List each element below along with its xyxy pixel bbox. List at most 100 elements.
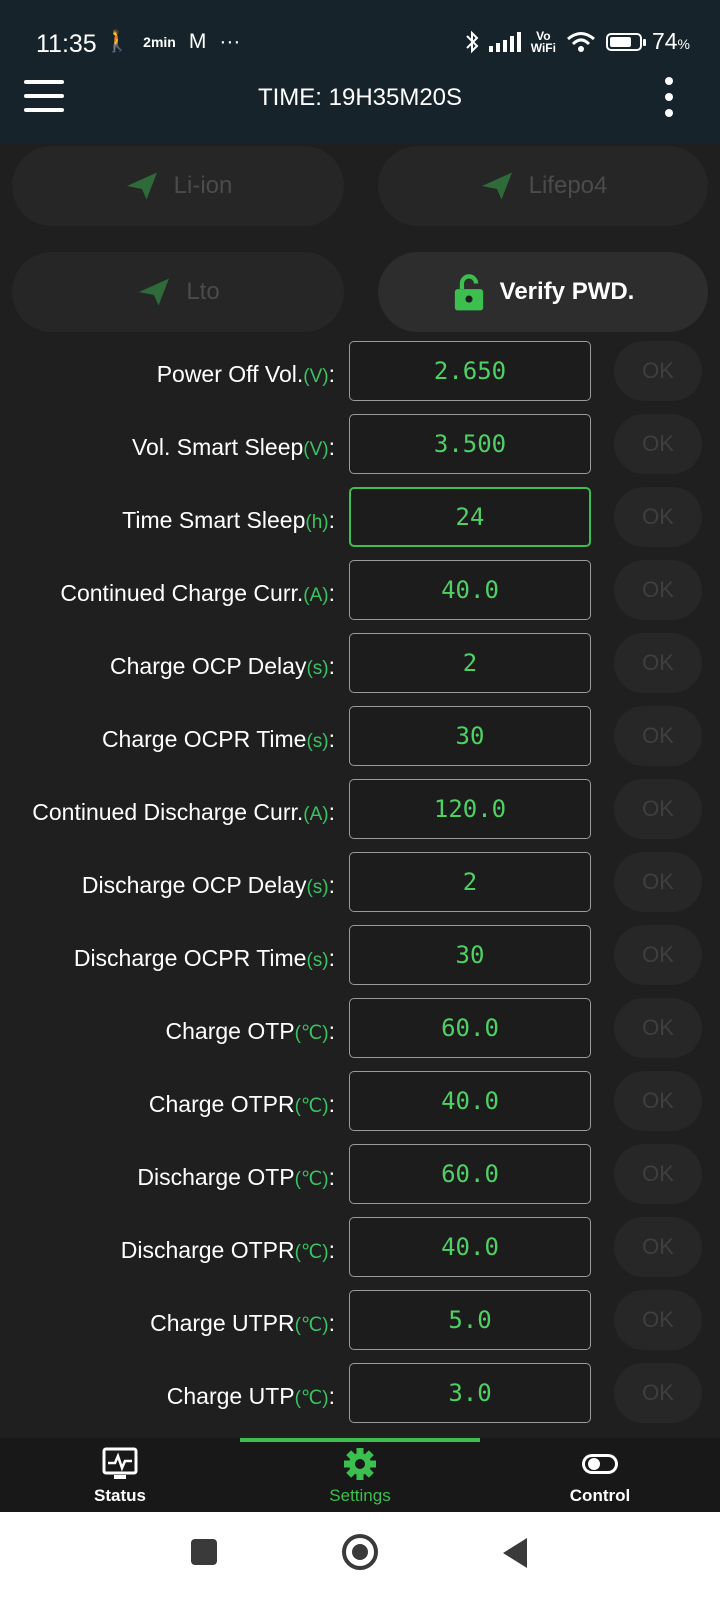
ok-button[interactable]: OK <box>614 998 702 1058</box>
more-icon: ··· <box>219 30 241 53</box>
setting-label: Time Smart Sleep(h): <box>122 507 335 533</box>
system-navigation-bar <box>0 1512 720 1600</box>
setting-row: Charge OCPR Time(s): 30 OK <box>0 703 720 776</box>
ok-button[interactable]: OK <box>614 779 702 839</box>
setting-value-input[interactable]: 40.0 <box>349 1217 591 1277</box>
verify-password-label: Verify PWD. <box>499 278 635 305</box>
li-ion-label: Li-ion <box>173 172 233 199</box>
setting-unit: (℃) <box>294 1388 329 1409</box>
setting-row: Discharge OCPR Time(s): 30 OK <box>0 922 720 995</box>
setting-value-input[interactable]: 30 <box>349 925 591 985</box>
setting-label: Continued Charge Curr.(A): <box>60 580 335 606</box>
setting-row: Discharge OCP Delay(s): 2 OK <box>0 849 720 922</box>
setting-label: Discharge OTP(℃): <box>137 1164 335 1190</box>
ok-button[interactable]: OK <box>614 706 702 766</box>
ok-button[interactable]: OK <box>614 1363 702 1423</box>
home-icon[interactable] <box>342 1534 378 1570</box>
send-icon <box>139 278 170 306</box>
setting-value-input[interactable]: 3.0 <box>349 1363 591 1423</box>
more-options-icon[interactable] <box>664 77 674 117</box>
system-status-icons: Vo WiFi 74% <box>465 28 690 55</box>
setting-unit: (℃) <box>294 1096 329 1117</box>
verify-password-button[interactable]: Verify PWD. <box>378 252 708 332</box>
battery-percent: 74% <box>651 28 690 54</box>
tab-control[interactable]: Control <box>480 1446 720 1506</box>
ok-button[interactable]: OK <box>614 560 702 620</box>
setting-unit: (h) <box>305 512 329 533</box>
ok-button[interactable]: OK <box>614 852 702 912</box>
setting-row: Vol. Smart Sleep(V): 3.500 OK <box>0 411 720 484</box>
setting-row: Continued Discharge Curr.(A): 120.0 OK <box>0 776 720 849</box>
setting-value-input[interactable]: 40.0 <box>349 560 591 620</box>
tab-status-label: Status <box>94 1486 146 1505</box>
setting-value-input[interactable]: 3.500 <box>349 414 591 474</box>
battery-icon <box>605 32 646 51</box>
tab-status[interactable]: Status <box>0 1446 240 1506</box>
setting-row: Discharge OTP(℃): 60.0 OK <box>0 1141 720 1214</box>
back-icon[interactable] <box>503 1538 527 1568</box>
page-title: TIME: 19H35M20S <box>257 84 463 111</box>
setting-label: Charge OCP Delay(s): <box>110 653 335 679</box>
setting-value-input[interactable]: 120.0 <box>349 779 591 839</box>
setting-label: Discharge OCP Delay(s): <box>81 872 335 898</box>
ok-button[interactable]: OK <box>614 487 702 547</box>
setting-label: Discharge OTPR(℃): <box>120 1237 335 1263</box>
ok-button[interactable]: OK <box>614 925 702 985</box>
recents-icon[interactable] <box>191 1539 217 1565</box>
setting-label: Charge UTPR(℃): <box>150 1310 335 1336</box>
setting-label: Vol. Smart Sleep(V): <box>131 434 335 460</box>
setting-label: Charge OTP(℃): <box>165 1018 336 1044</box>
setting-unit: (s) <box>306 731 329 752</box>
send-icon <box>126 172 157 200</box>
setting-value-input[interactable]: 2.650 <box>349 341 591 401</box>
ok-button[interactable]: OK <box>614 414 702 474</box>
setting-value-input[interactable]: 40.0 <box>349 1071 591 1131</box>
setting-label: Continued Discharge Curr.(A): <box>32 799 335 825</box>
li-ion-button[interactable]: Li-ion <box>12 146 344 226</box>
setting-row: Continued Charge Curr.(A): 40.0 OK <box>0 557 720 630</box>
setting-value-input[interactable]: 30 <box>349 706 591 766</box>
lto-label: Lto <box>186 278 220 305</box>
setting-value-input[interactable]: 2 <box>349 852 591 912</box>
setting-label: Charge UTP(℃): <box>166 1383 335 1409</box>
ok-button[interactable]: OK <box>614 1290 702 1350</box>
ok-button[interactable]: OK <box>614 1217 702 1277</box>
setting-row: Charge UTP(℃): 3.0 OK <box>0 1360 720 1433</box>
setting-value-input[interactable]: 5.0 <box>349 1290 591 1350</box>
setting-row: Time Smart Sleep(h): 24 OK <box>0 484 720 557</box>
battery-fill <box>609 36 631 47</box>
setting-unit: (s) <box>306 950 329 971</box>
lifepo4-button[interactable]: Lifepo4 <box>378 146 708 226</box>
bluetooth-icon <box>466 30 479 53</box>
setting-value-input[interactable]: 60.0 <box>349 998 591 1058</box>
status-bar: 11:35 🚶 2min M ··· Vo WiFi 74% <box>0 0 720 90</box>
ok-button[interactable]: OK <box>614 1071 702 1131</box>
ok-button[interactable]: OK <box>614 633 702 693</box>
monitor-pulse-icon <box>102 1447 138 1479</box>
notification-icons: 🚶 2min M ··· <box>104 30 240 54</box>
setting-label: Power Off Vol.(V): <box>156 361 335 387</box>
lto-button[interactable]: Lto <box>12 252 344 332</box>
setting-value-input[interactable]: 2 <box>349 633 591 693</box>
walk-icon: 🚶 <box>104 30 131 53</box>
setting-label: Charge OTPR(℃): <box>148 1091 335 1117</box>
tab-settings[interactable]: Settings <box>240 1446 480 1506</box>
setting-unit: (℃) <box>294 1242 329 1263</box>
setting-value-input[interactable]: 60.0 <box>349 1144 591 1204</box>
ok-button[interactable]: OK <box>614 341 702 401</box>
gear-icon <box>344 1448 376 1480</box>
setting-unit: (V) <box>303 439 329 460</box>
setting-row: Power Off Vol.(V): 2.650 OK <box>0 338 720 411</box>
vowifi-icon: Vo WiFi <box>530 28 556 55</box>
lifepo4-label: Lifepo4 <box>528 172 608 199</box>
setting-label: Charge OCPR Time(s): <box>101 726 335 752</box>
send-icon <box>481 172 512 200</box>
lock-icon <box>454 274 483 311</box>
ok-button[interactable]: OK <box>614 1144 702 1204</box>
wifi-icon <box>566 31 595 52</box>
setting-value-input[interactable]: 24 <box>349 487 591 547</box>
signal-icon <box>488 31 521 52</box>
setting-row: Charge OTPR(℃): 40.0 OK <box>0 1068 720 1141</box>
setting-unit: (℃) <box>294 1169 329 1190</box>
active-tab-indicator <box>240 1438 480 1442</box>
